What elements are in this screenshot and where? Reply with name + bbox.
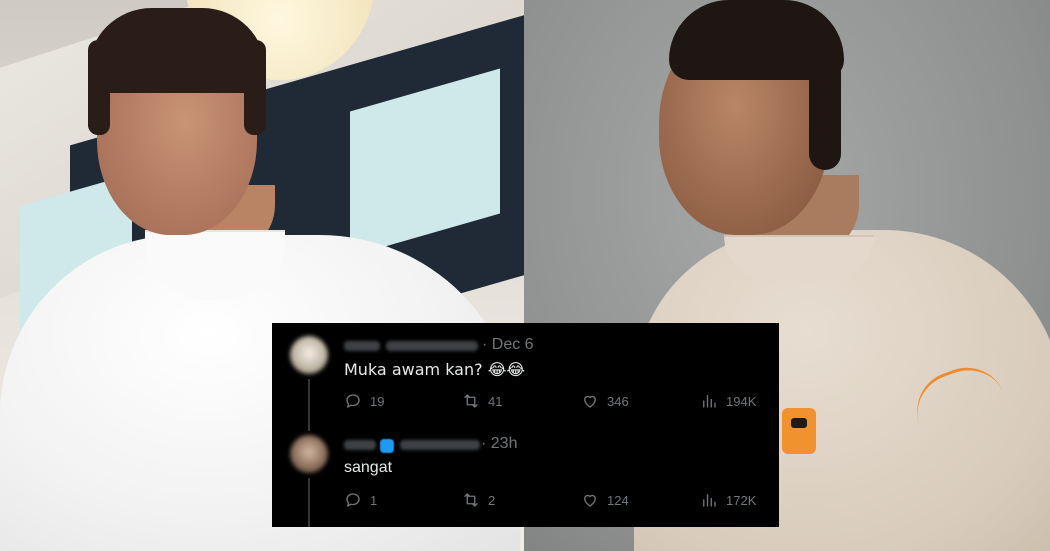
like-count: 124	[607, 492, 629, 508]
avatar[interactable]	[290, 435, 328, 473]
reply-icon	[346, 394, 360, 408]
like-count: 346	[607, 393, 629, 409]
thread-connector	[308, 379, 310, 431]
like-button[interactable]: 346	[581, 392, 629, 410]
reply-count: 1	[370, 492, 378, 508]
tweet-timestamp[interactable]: · 23h	[481, 435, 517, 453]
heart-icon	[584, 395, 596, 408]
hair	[88, 8, 266, 93]
views-button[interactable]: 172K	[700, 491, 756, 509]
tweet-thread-card: · Dec 6 Muka awam kan? 😂😂 19 41 346 194K…	[272, 323, 779, 527]
heart-icon	[584, 494, 596, 507]
views-button[interactable]: 194K	[700, 392, 756, 410]
views-chart-icon	[703, 395, 716, 408]
blurred-display-name[interactable]	[344, 341, 380, 351]
tweet-timestamp[interactable]: · Dec 6	[482, 336, 534, 354]
views-chart-icon	[703, 494, 716, 507]
karl-logo-badge	[782, 408, 816, 454]
tweet-text: Muka awam kan? 😂😂	[344, 360, 526, 379]
reply-icon	[346, 493, 360, 507]
blurred-username[interactable]	[400, 440, 480, 450]
thread-connector	[308, 478, 310, 527]
hair	[244, 40, 266, 135]
blurred-username[interactable]	[386, 341, 478, 351]
sweatshirt-collar	[724, 235, 874, 280]
repost-button[interactable]: 2	[462, 491, 495, 509]
like-button[interactable]: 124	[581, 491, 629, 509]
avatar[interactable]	[290, 336, 328, 374]
reply-button[interactable]: 1	[344, 491, 377, 509]
repost-count: 41	[488, 393, 503, 409]
views-count: 194K	[726, 393, 757, 409]
repost-button[interactable]: 41	[462, 392, 502, 410]
hair-ponytail	[809, 50, 841, 170]
views-count: 172K	[726, 492, 757, 508]
blurred-display-name[interactable]	[344, 440, 376, 450]
reply-button[interactable]: 19	[344, 392, 384, 410]
hair	[88, 40, 110, 135]
verified-badge-icon	[380, 439, 394, 453]
repost-icon	[464, 493, 478, 507]
reply-count: 19	[370, 393, 385, 409]
repost-icon	[464, 394, 478, 408]
tweet-text: sangat	[344, 459, 393, 476]
repost-count: 2	[488, 492, 496, 508]
